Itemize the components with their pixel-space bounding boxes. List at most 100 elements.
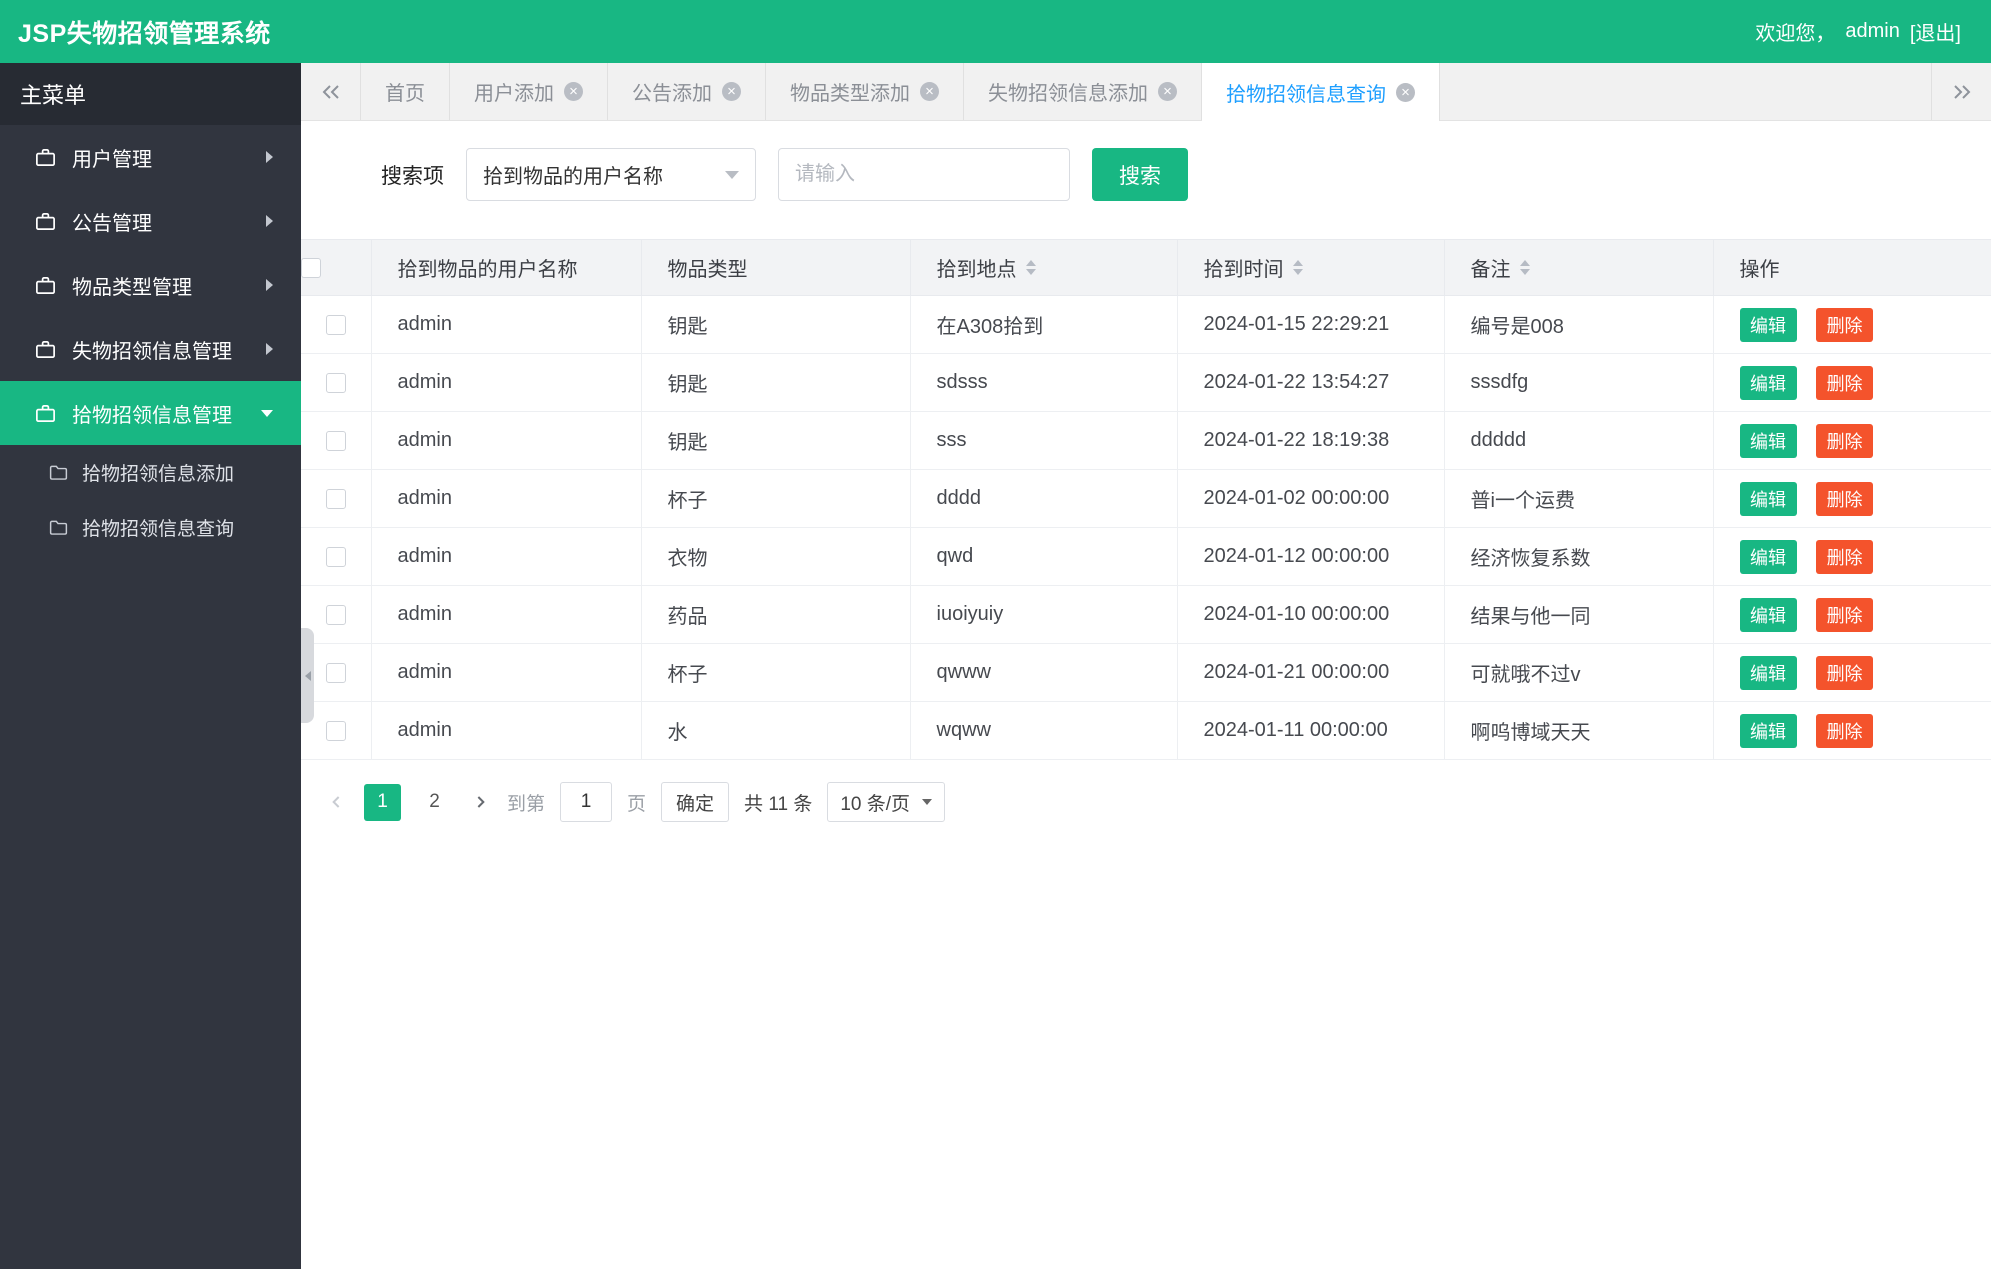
cell-actions: 编辑 删除 (1713, 643, 1991, 702)
tab-home[interactable]: 首页 (361, 63, 450, 120)
sidebar-subitem-found-add[interactable]: 拾物招领信息添加 (0, 445, 301, 500)
page-size-select[interactable]: 10 条/页 (827, 782, 946, 822)
cell-note-text: 普i一个运费 (1470, 490, 1575, 512)
page-number-1[interactable]: 1 (364, 783, 401, 821)
cell-time-text: 2024-01-21 00:00:00 (1203, 661, 1390, 683)
cell-place-text: iuoiyuiy (936, 603, 1004, 625)
delete-button[interactable]: 删除 (1816, 481, 1874, 516)
row-checkbox[interactable] (325, 314, 346, 335)
cell-actions: 编辑 删除 (1713, 411, 1991, 470)
close-icon[interactable] (564, 82, 583, 101)
close-icon[interactable] (920, 82, 939, 101)
sort-icon[interactable] (1025, 260, 1036, 275)
row-checkbox[interactable] (325, 372, 346, 393)
cell-time-text: 2024-01-10 00:00:00 (1203, 603, 1390, 625)
search-field-select[interactable]: 拾到物品的用户名称 (466, 148, 756, 201)
cell-note: 编号是008 (1444, 295, 1714, 354)
chevron-down-icon (725, 170, 739, 179)
cell-note-text: ddddd (1470, 429, 1527, 451)
edit-button[interactable]: 编辑 (1739, 423, 1797, 458)
edit-button[interactable]: 编辑 (1739, 539, 1797, 574)
cell-note: sssdfg (1444, 353, 1714, 412)
tab-lost-info-add[interactable]: 失物招领信息添加 (964, 63, 1202, 120)
sidebar-item-found-info-mgmt[interactable]: 拾物招领信息管理 (0, 381, 301, 445)
confirm-button[interactable]: 确定 (661, 782, 730, 822)
next-page-icon[interactable] (468, 789, 492, 815)
search-input[interactable] (778, 148, 1070, 201)
delete-button[interactable]: 删除 (1816, 539, 1874, 574)
sort-icon[interactable] (1519, 260, 1530, 275)
cell-user-text: admin (397, 429, 452, 451)
cell-place-text: qwww (936, 661, 991, 683)
close-icon[interactable] (1158, 82, 1177, 101)
row-checkbox[interactable] (325, 488, 346, 509)
delete-button[interactable]: 删除 (1816, 655, 1874, 690)
sidebar-item-item-type-mgmt[interactable]: 物品类型管理 (0, 253, 301, 317)
cell-user: admin (371, 701, 642, 760)
table-row: admin 钥匙 sss 2024-01-22 18:19:38 ddddd 编… (301, 411, 1991, 470)
tabs-scroll-left-icon[interactable] (301, 63, 361, 120)
table-row: admin 杯子 qwww 2024-01-21 00:00:00 可就哦不过v… (301, 643, 1991, 702)
cell-actions: 编辑 删除 (1713, 701, 1991, 760)
briefcase-icon (33, 273, 57, 297)
delete-button[interactable]: 删除 (1816, 307, 1874, 342)
row-checkbox[interactable] (325, 720, 346, 741)
row-checkbox[interactable] (325, 662, 346, 683)
cell-time: 2024-01-22 18:19:38 (1177, 411, 1445, 470)
cell-time-text: 2024-01-15 22:29:21 (1203, 313, 1390, 335)
tab-item-type-add[interactable]: 物品类型添加 (766, 63, 964, 120)
row-checkbox[interactable] (325, 430, 346, 451)
row-checkbox[interactable] (325, 546, 346, 567)
table-header-row: 拾到物品的用户名称 物品类型 拾到地点 拾到时间 备注 操作 (301, 239, 1991, 296)
sidebar-collapse-handle[interactable] (301, 628, 314, 723)
cell-actions: 编辑 删除 (1713, 469, 1991, 528)
cell-time-text: 2024-01-22 13:54:27 (1203, 371, 1390, 393)
cell-place: 在A308拾到 (910, 295, 1178, 354)
edit-button[interactable]: 编辑 (1739, 481, 1797, 516)
logout-link[interactable]: [退出] (1910, 17, 1961, 46)
cell-note: 可就哦不过v (1444, 643, 1714, 702)
cell-actions: 编辑 删除 (1713, 527, 1991, 586)
tab-user-add[interactable]: 用户添加 (450, 63, 608, 120)
tabs-scroll-right-icon[interactable] (1931, 63, 1991, 120)
page-number-2[interactable]: 2 (416, 784, 453, 821)
cell-user: admin (371, 353, 642, 412)
cell-note-text: 啊呜博域天天 (1470, 722, 1591, 744)
select-all-checkbox[interactable] (301, 257, 321, 278)
edit-button[interactable]: 编辑 (1739, 597, 1797, 632)
goto-page-input[interactable] (560, 782, 613, 822)
table-body: admin 钥匙 在A308拾到 2024-01-15 22:29:21 编号是… (301, 295, 1991, 760)
welcome-text: 欢迎您， (1755, 23, 1836, 45)
search-button[interactable]: 搜索 (1092, 148, 1188, 201)
cell-item-type-text: 钥匙 (667, 374, 708, 396)
edit-button[interactable]: 编辑 (1739, 307, 1797, 342)
cell-note: 普i一个运费 (1444, 469, 1714, 528)
layout: 主菜单 用户管理 公告管理 物品类型管理 失物招领信息管理 拾物招领信息管理 拾… (0, 63, 1991, 1269)
cell-checkbox (301, 295, 372, 354)
delete-button[interactable]: 删除 (1816, 365, 1874, 400)
cell-time-text: 2024-01-22 18:19:38 (1203, 429, 1390, 451)
username: admin (1845, 20, 1900, 42)
sidebar-item-notice-mgmt[interactable]: 公告管理 (0, 189, 301, 253)
delete-button[interactable]: 删除 (1816, 713, 1874, 748)
tab-notice-add[interactable]: 公告添加 (608, 63, 766, 120)
edit-button[interactable]: 编辑 (1739, 655, 1797, 690)
sidebar-item-lost-info-mgmt[interactable]: 失物招领信息管理 (0, 317, 301, 381)
close-icon[interactable] (722, 82, 741, 101)
column-label: 物品类型 (667, 259, 748, 281)
row-checkbox[interactable] (325, 604, 346, 625)
cell-checkbox (301, 411, 372, 470)
tab-found-info-query[interactable]: 拾物招领信息查询 (1202, 63, 1440, 121)
prev-page-icon[interactable] (325, 789, 349, 815)
sidebar-subitem-found-query[interactable]: 拾物招领信息查询 (0, 500, 301, 555)
edit-button[interactable]: 编辑 (1739, 365, 1797, 400)
sidebar-menu: 用户管理 公告管理 物品类型管理 失物招领信息管理 拾物招领信息管理 拾物招领信… (0, 125, 301, 555)
delete-button[interactable]: 删除 (1816, 597, 1874, 632)
column-header-checkbox (301, 239, 372, 296)
sidebar-item-label: 公告管理 (72, 212, 152, 235)
edit-button[interactable]: 编辑 (1739, 713, 1797, 748)
sort-icon[interactable] (1292, 260, 1303, 275)
delete-button[interactable]: 删除 (1816, 423, 1874, 458)
sidebar-item-user-mgmt[interactable]: 用户管理 (0, 125, 301, 189)
close-icon[interactable] (1396, 82, 1415, 102)
